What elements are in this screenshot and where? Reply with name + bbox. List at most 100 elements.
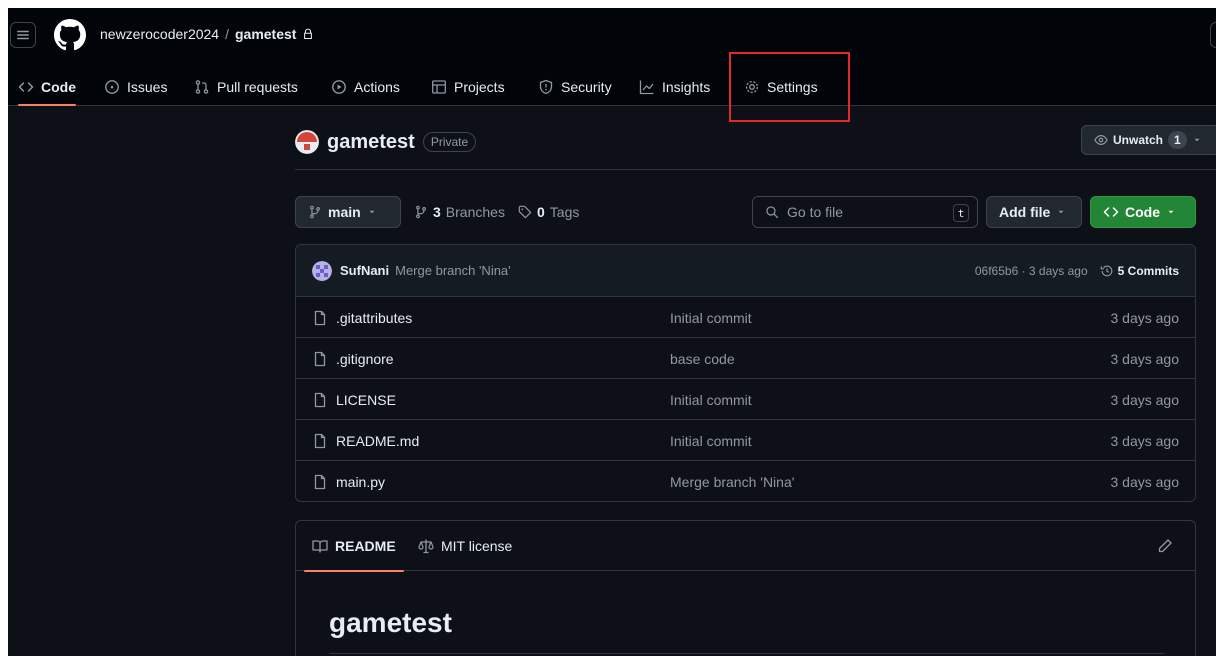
tab-code-label: Code bbox=[41, 79, 76, 95]
breadcrumb-separator: / bbox=[225, 26, 229, 42]
branches-label: Branches bbox=[445, 204, 505, 220]
branch-selector[interactable]: main bbox=[295, 196, 401, 228]
breadcrumb-repo[interactable]: gametest bbox=[235, 26, 296, 42]
file-date: 3 days ago bbox=[1110, 432, 1180, 449]
file-date: 3 days ago bbox=[1110, 350, 1180, 367]
file-table: SufNani Merge branch 'Nina' 06f65b6 · 3 … bbox=[295, 244, 1196, 502]
code-button-label: Code bbox=[1125, 204, 1160, 220]
commit-message[interactable]: Merge branch 'Nina' bbox=[395, 263, 511, 278]
chevron-down-icon bbox=[1168, 210, 1174, 214]
tab-code[interactable]: Code bbox=[18, 68, 76, 106]
file-name[interactable]: .gitignore bbox=[336, 351, 394, 367]
chevron-down-icon bbox=[1194, 138, 1200, 142]
tab-readme-label: README bbox=[335, 538, 396, 554]
tab-pull-requests-label: Pull requests bbox=[217, 79, 298, 95]
author-avatar[interactable] bbox=[312, 260, 332, 281]
tab-security-label: Security bbox=[561, 79, 612, 95]
file-name[interactable]: README.md bbox=[336, 433, 419, 449]
file-date: 3 days ago bbox=[1110, 391, 1180, 408]
watchers-count: 1 bbox=[1168, 131, 1187, 149]
commit-meta: 06f65b6 · 3 days ago 5 Commits bbox=[975, 245, 1179, 297]
user-menu-button[interactable] bbox=[1210, 22, 1216, 48]
branch-icon bbox=[310, 205, 320, 219]
file-commit-message[interactable]: Initial commit bbox=[670, 420, 752, 461]
readme-heading: gametest bbox=[329, 607, 452, 638]
add-file-label: Add file bbox=[999, 204, 1051, 220]
file-name[interactable]: main.py bbox=[336, 474, 385, 490]
hamburger-icon bbox=[17, 30, 29, 40]
table-row[interactable]: .gitignore base code 3 days ago bbox=[296, 338, 1195, 379]
branch-name: main bbox=[328, 204, 361, 220]
repo-title[interactable]: gametest bbox=[327, 131, 415, 154]
unwatch-label: Unwatch bbox=[1113, 133, 1164, 147]
readme-tabs: README MIT license bbox=[296, 521, 1195, 572]
shortcut-key: t bbox=[953, 204, 969, 222]
law-icon bbox=[418, 539, 434, 554]
shield-icon bbox=[539, 79, 553, 95]
tab-projects-label: Projects bbox=[454, 79, 505, 95]
file-commit-message[interactable]: Initial commit bbox=[670, 379, 752, 420]
go-to-file-input[interactable]: Go to file t bbox=[752, 196, 978, 228]
tab-security[interactable]: Security bbox=[538, 68, 612, 106]
table-row[interactable]: .gitattributes Initial commit 3 days ago bbox=[296, 297, 1195, 338]
book-icon bbox=[312, 540, 328, 553]
chevron-down-icon bbox=[369, 210, 375, 214]
branches-count: 3 bbox=[433, 204, 441, 220]
table-row[interactable]: main.py Merge branch 'Nina' 3 days ago bbox=[296, 461, 1195, 501]
tab-pull-requests[interactable]: Pull requests bbox=[194, 68, 298, 106]
file-commit-message[interactable]: Merge branch 'Nina' bbox=[670, 461, 794, 501]
title-divider bbox=[295, 169, 1216, 170]
file-commit-message[interactable]: base code bbox=[670, 338, 735, 379]
file-name[interactable]: .gitattributes bbox=[336, 310, 412, 326]
commits-count: 5 Commits bbox=[1117, 264, 1179, 278]
commit-author[interactable]: SufNani bbox=[340, 263, 389, 278]
file-commit-message[interactable]: Initial commit bbox=[670, 297, 752, 338]
repo-header: newzerocoder2024 / gametest Code Issues … bbox=[8, 8, 1216, 106]
commit-hash-date[interactable]: 06f65b6 · 3 days ago bbox=[975, 264, 1088, 278]
tags-count: 0 bbox=[537, 204, 545, 220]
lock-icon bbox=[304, 28, 313, 40]
breadcrumb: newzerocoder2024 / gametest bbox=[100, 26, 314, 42]
pencil-icon[interactable] bbox=[1157, 538, 1173, 554]
repo-title-row: gametest Private bbox=[295, 130, 477, 154]
top-bar: newzerocoder2024 / gametest bbox=[8, 8, 1216, 60]
tab-actions[interactable]: Actions bbox=[331, 68, 400, 106]
tags-link[interactable]: 0 Tags bbox=[518, 196, 579, 228]
search-icon bbox=[766, 206, 779, 219]
code-icon bbox=[18, 82, 34, 92]
add-file-button[interactable]: Add file bbox=[986, 196, 1082, 228]
tab-license[interactable]: MIT license bbox=[418, 521, 512, 571]
file-date: 3 days ago bbox=[1110, 309, 1180, 326]
breadcrumb-owner[interactable]: newzerocoder2024 bbox=[100, 26, 219, 42]
tags-label: Tags bbox=[549, 204, 580, 220]
tab-license-label: MIT license bbox=[441, 538, 513, 554]
file-icon bbox=[314, 433, 326, 448]
unwatch-button[interactable]: Unwatch 1 bbox=[1081, 125, 1216, 155]
commits-link[interactable]: 5 Commits bbox=[1100, 264, 1179, 278]
history-icon bbox=[1100, 265, 1112, 277]
tab-readme[interactable]: README bbox=[304, 521, 404, 572]
tab-insights[interactable]: Insights bbox=[639, 68, 710, 106]
file-icon bbox=[314, 392, 326, 407]
pull-request-icon bbox=[195, 80, 209, 94]
tab-settings[interactable]: Settings bbox=[744, 68, 818, 106]
table-row[interactable]: LICENSE Initial commit 3 days ago bbox=[296, 379, 1195, 420]
code-dropdown-button[interactable]: Code bbox=[1090, 196, 1196, 228]
tab-issues[interactable]: Issues bbox=[104, 68, 167, 106]
file-icon bbox=[314, 310, 326, 325]
graph-icon bbox=[639, 80, 654, 95]
table-row[interactable]: README.md Initial commit 3 days ago bbox=[296, 420, 1195, 461]
issue-icon bbox=[105, 80, 119, 94]
branches-link[interactable]: 3 Branches bbox=[414, 196, 505, 228]
file-date: 3 days ago bbox=[1110, 473, 1180, 490]
go-to-file-placeholder: Go to file bbox=[787, 204, 844, 220]
github-window: newzerocoder2024 / gametest Code Issues … bbox=[8, 8, 1216, 656]
file-name[interactable]: LICENSE bbox=[336, 392, 396, 408]
repo-nav-tabs: Code Issues Pull requests Actions Projec… bbox=[8, 68, 1216, 106]
readme-panel: README MIT license gametest bbox=[295, 520, 1196, 656]
tab-settings-label: Settings bbox=[767, 79, 818, 95]
github-logo-icon[interactable] bbox=[54, 19, 86, 51]
tab-projects[interactable]: Projects bbox=[431, 68, 505, 106]
menu-button[interactable] bbox=[10, 22, 36, 48]
heading-rule bbox=[329, 653, 1164, 654]
